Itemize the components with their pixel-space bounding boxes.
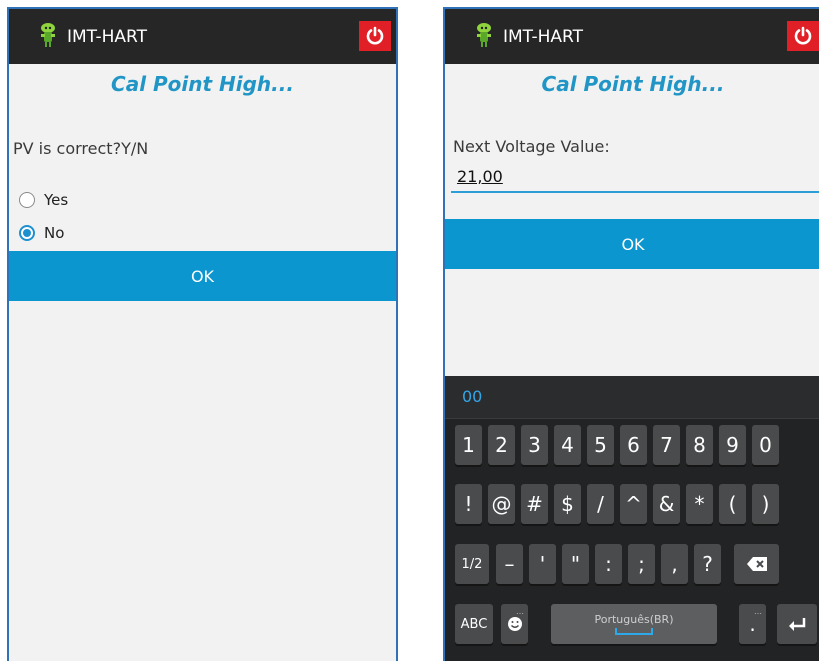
key-8[interactable]: 8 xyxy=(686,425,713,465)
space-bar-icon xyxy=(615,628,653,635)
backspace-icon xyxy=(746,557,767,571)
key-3[interactable]: 3 xyxy=(521,425,548,465)
suggestion-item[interactable]: 00 xyxy=(462,387,482,406)
key-enter[interactable] xyxy=(777,604,817,644)
key-caret[interactable]: ^ xyxy=(620,484,647,524)
key-backspace[interactable] xyxy=(734,544,779,584)
key-period[interactable]: … . xyxy=(739,604,766,644)
key-1[interactable]: 1 xyxy=(455,425,482,465)
key-quote[interactable]: " xyxy=(562,544,589,584)
key-abc[interactable]: ABC xyxy=(455,604,493,644)
key-5[interactable]: 5 xyxy=(587,425,614,465)
radio-label-yes: Yes xyxy=(44,191,69,209)
key-comma[interactable]: , xyxy=(661,544,688,584)
key-asterisk[interactable]: * xyxy=(686,484,713,524)
key-7[interactable]: 7 xyxy=(653,425,680,465)
key-2[interactable]: 2 xyxy=(488,425,515,465)
key-question[interactable]: ? xyxy=(694,544,721,584)
screen-right: IMT-HART Cal Point High... Next Voltage … xyxy=(443,7,819,661)
app-bar: IMT-HART xyxy=(445,9,819,64)
key-6[interactable]: 6 xyxy=(620,425,647,465)
key-hint: … xyxy=(516,607,524,616)
key-colon[interactable]: : xyxy=(595,544,622,584)
key-dollar[interactable]: $ xyxy=(554,484,581,524)
ok-button[interactable]: OK xyxy=(9,251,396,301)
radio-option-yes[interactable]: Yes xyxy=(19,191,68,209)
soft-keyboard: 00 1 2 3 4 5 6 7 8 9 0 ! @ # $ / ^ & * (… xyxy=(445,376,819,661)
voltage-input[interactable] xyxy=(451,161,819,193)
key-dash[interactable]: – xyxy=(496,544,523,584)
key-9[interactable]: 9 xyxy=(719,425,746,465)
key-emoji[interactable]: … xyxy=(501,604,528,644)
key-open-paren[interactable]: ( xyxy=(719,484,746,524)
radio-button-yes[interactable] xyxy=(19,192,35,208)
app-title: IMT-HART xyxy=(503,27,584,47)
app-logo-icon xyxy=(41,23,55,47)
page-subtitle: Cal Point High... xyxy=(541,72,725,96)
key-at[interactable]: @ xyxy=(488,484,515,524)
radio-option-no[interactable]: No xyxy=(19,224,64,242)
power-button[interactable] xyxy=(787,21,819,51)
page-subtitle: Cal Point High... xyxy=(111,72,294,96)
key-slash[interactable]: / xyxy=(587,484,614,524)
radio-label-no: No xyxy=(44,224,65,242)
space-language-label: Português(BR) xyxy=(594,613,674,626)
key-semicolon[interactable]: ; xyxy=(628,544,655,584)
suggestion-strip: 00 xyxy=(445,376,819,419)
prompt-text: PV is correct?Y/N xyxy=(13,139,149,158)
radio-button-no[interactable] xyxy=(19,225,35,241)
app-logo-icon xyxy=(477,23,491,47)
smiley-icon xyxy=(507,617,522,631)
power-icon xyxy=(794,26,812,45)
key-4[interactable]: 4 xyxy=(554,425,581,465)
key-space[interactable]: Português(BR) xyxy=(551,604,717,644)
power-icon xyxy=(366,26,384,45)
power-button[interactable] xyxy=(359,21,391,51)
key-close-paren[interactable]: ) xyxy=(752,484,779,524)
app-title: IMT-HART xyxy=(67,27,148,47)
key-hint: … xyxy=(754,607,762,616)
key-hash[interactable]: # xyxy=(521,484,548,524)
key-0[interactable]: 0 xyxy=(752,425,779,465)
app-bar: IMT-HART xyxy=(9,9,396,64)
ok-button[interactable]: OK xyxy=(445,219,819,269)
enter-icon xyxy=(789,618,806,631)
key-apostrophe[interactable]: ' xyxy=(529,544,556,584)
key-exclamation[interactable]: ! xyxy=(455,484,482,524)
key-ampersand[interactable]: & xyxy=(653,484,680,524)
screen-left: IMT-HART Cal Point High... PV is correct… xyxy=(7,7,398,661)
key-page-toggle[interactable]: 1/2 xyxy=(455,544,489,584)
voltage-field-label: Next Voltage Value: xyxy=(453,137,610,156)
